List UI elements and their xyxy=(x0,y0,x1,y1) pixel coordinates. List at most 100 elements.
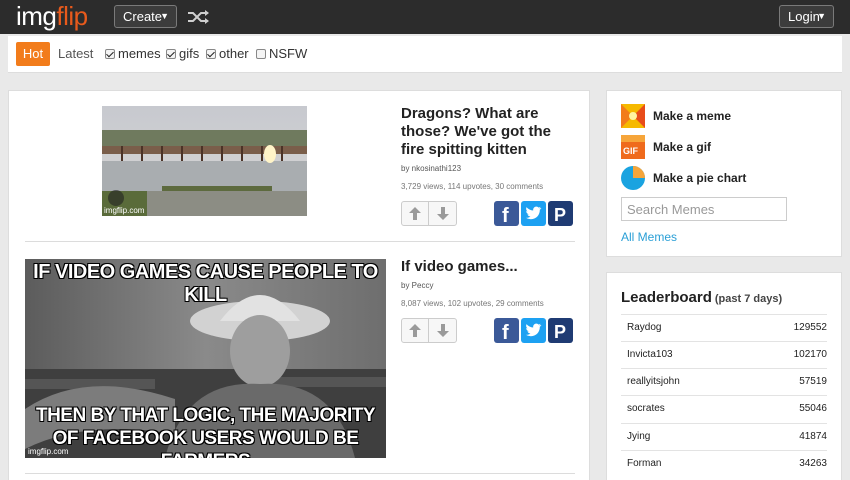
arrow-up-icon xyxy=(409,324,421,337)
watermark-text: imgflip.com xyxy=(28,447,69,456)
post-title[interactable]: Dragons? What are those? We've got the f… xyxy=(401,105,581,159)
imgflip-logo[interactable]: imgflip xyxy=(16,1,88,31)
leaderboard-user[interactable]: Jying xyxy=(627,431,650,442)
logo-text-flip: flip xyxy=(56,1,88,31)
leaderboard-row[interactable]: Invicta103 102170 xyxy=(621,341,827,368)
svg-text:P: P xyxy=(554,205,566,225)
latest-tab[interactable]: Latest xyxy=(58,42,93,66)
leaderboard-row[interactable]: socrates 55046 xyxy=(621,395,827,422)
leaderboard-row[interactable]: Raydog 129552 xyxy=(621,314,827,341)
meme-top-text: IF VIDEO GAMES CAUSE PEOPLE TO KILL xyxy=(33,261,378,306)
filter-gifs-checkbox[interactable]: gifs xyxy=(166,42,199,66)
leaderboard-score: 55046 xyxy=(799,403,827,414)
login-dropdown-button[interactable]: Login ▼ xyxy=(779,5,834,28)
leaderboard-user[interactable]: Raydog xyxy=(627,322,661,333)
shuffle-icon[interactable] xyxy=(186,8,212,26)
post-author[interactable]: by Peccy xyxy=(401,281,433,290)
meme-bottom-line: THEN BY THAT LOGIC, THE MAJORITY xyxy=(35,405,376,426)
arrow-down-icon xyxy=(437,207,449,220)
leaderboard-subtitle: (past 7 days) xyxy=(714,293,783,305)
leaderboard-row[interactable]: Forman 34263 xyxy=(621,450,827,477)
hot-tab[interactable]: Hot xyxy=(16,42,50,66)
make-gif-label: Make a gif xyxy=(653,140,712,154)
chevron-down-icon: ▼ xyxy=(817,11,826,21)
post-divider xyxy=(25,241,575,242)
leaderboard-user[interactable]: reallyitsjohn xyxy=(627,376,680,387)
leaderboard-score: 102170 xyxy=(793,349,827,360)
leaderboard-score: 41874 xyxy=(799,431,827,442)
post-stats: 3,729 views, 114 upvotes, 30 comments xyxy=(401,182,544,191)
pinterest-icon: P xyxy=(554,322,566,342)
leaderboard-user[interactable]: Invicta103 xyxy=(627,349,673,360)
leaderboard-row[interactable]: reallyitsjohn 57519 xyxy=(621,368,827,395)
svg-text:f: f xyxy=(502,322,509,343)
leaderboard-title-text: Leaderboard xyxy=(621,289,712,306)
leaderboard-panel: Leaderboard (past 7 days) Raydog 129552 In… xyxy=(606,272,842,480)
downvote-button[interactable] xyxy=(430,202,457,225)
chevron-down-icon: ▼ xyxy=(160,11,169,21)
checkbox-checked-icon[interactable] xyxy=(166,49,176,59)
arrow-up-icon xyxy=(409,207,421,220)
pinterest-share-button[interactable]: P xyxy=(548,318,573,343)
filter-other-checkbox[interactable]: other xyxy=(206,42,249,66)
upvote-button[interactable] xyxy=(402,319,429,342)
checkbox-checked-icon[interactable] xyxy=(105,49,115,59)
pie-chart-icon xyxy=(621,166,645,190)
post-title-line: fire spitting kitten xyxy=(401,141,527,158)
post-author[interactable]: by nkosinathi123 xyxy=(401,164,461,173)
facebook-icon: f xyxy=(502,205,509,226)
filter-memes-checkbox[interactable]: memes xyxy=(105,42,161,66)
twitter-icon xyxy=(526,206,542,220)
bridge-photo xyxy=(102,106,307,216)
meme-bottom-line: OF FACEBOOK USERS WOULD BE FARMERS xyxy=(52,428,359,458)
filter-nsfw-label: NSFW xyxy=(269,46,308,61)
leaderboard-title: Leaderboard (past 7 days) xyxy=(621,289,782,306)
downvote-button[interactable] xyxy=(430,319,457,342)
filter-nsfw-checkbox[interactable]: NSFW xyxy=(256,42,307,66)
facebook-share-button[interactable]: f xyxy=(494,318,519,343)
facebook-share-button[interactable]: f xyxy=(494,201,519,226)
checkbox-unchecked-icon[interactable] xyxy=(256,49,266,59)
post-title[interactable]: If video games... xyxy=(401,258,581,276)
arrow-down-icon xyxy=(437,324,449,337)
post-image-farmer-meme[interactable]: IF VIDEO GAMES CAUSE PEOPLE TO KILL THEN… xyxy=(25,259,386,458)
facebook-icon: f xyxy=(502,322,509,343)
watermark-text: imgflip.com xyxy=(104,206,145,215)
meme-icon xyxy=(621,104,645,128)
make-meme-link[interactable]: Make a meme xyxy=(621,104,831,130)
filter-gifs-label: gifs xyxy=(179,46,200,61)
gif-icon: GIF xyxy=(621,135,645,159)
twitter-icon xyxy=(526,323,542,337)
create-dropdown-button[interactable]: Create ▼ xyxy=(114,5,177,28)
make-pie-chart-link[interactable]: Make a pie chart xyxy=(621,166,831,192)
post-title-line: those? We've got the xyxy=(401,123,551,140)
twitter-share-button[interactable] xyxy=(521,201,546,226)
logo-text-img: img xyxy=(16,1,57,31)
make-panel: Make a meme GIF Make a gif Make a pie ch… xyxy=(606,90,842,257)
login-label: Login xyxy=(788,9,820,24)
post-title-line: Dragons? What are xyxy=(401,105,539,122)
leaderboard-score: 129552 xyxy=(793,322,827,333)
leaderboard-score: 34263 xyxy=(799,458,827,469)
vote-buttons xyxy=(401,318,457,343)
leaderboard-score: 57519 xyxy=(799,376,827,387)
filter-other-label: other xyxy=(219,46,249,61)
top-navigation-bar: imgflip Create ▼ Login ▼ xyxy=(0,0,850,34)
all-memes-link[interactable]: All Memes xyxy=(621,230,677,244)
post-stats: 8,087 views, 102 upvotes, 29 comments xyxy=(401,299,544,308)
post-image-bridge-fire[interactable]: imgflip.com xyxy=(102,106,307,216)
search-memes-input[interactable] xyxy=(621,197,787,221)
filter-memes-label: memes xyxy=(118,46,161,61)
leaderboard-user[interactable]: Forman xyxy=(627,458,661,469)
checkbox-checked-icon[interactable] xyxy=(206,49,216,59)
svg-text:GIF: GIF xyxy=(623,146,639,156)
svg-text:P: P xyxy=(554,322,566,342)
upvote-button[interactable] xyxy=(402,202,429,225)
make-gif-link[interactable]: GIF Make a gif xyxy=(621,135,831,161)
feed-filter-bar: Hot Latest memes gifs other NSFW xyxy=(8,36,842,73)
leaderboard-row[interactable]: Jying 41874 xyxy=(621,423,827,450)
create-label: Create xyxy=(123,9,163,24)
twitter-share-button[interactable] xyxy=(521,318,546,343)
leaderboard-user[interactable]: socrates xyxy=(627,403,665,414)
pinterest-share-button[interactable]: P xyxy=(548,201,573,226)
